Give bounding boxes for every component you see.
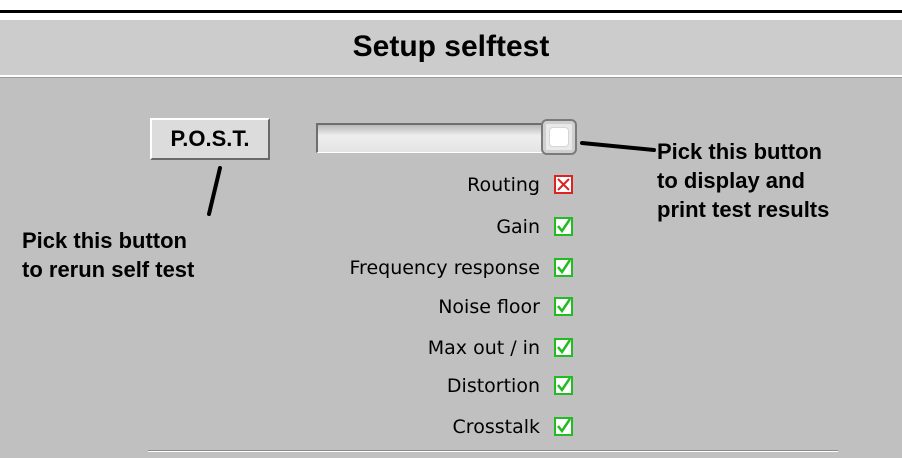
pointer-lines — [207, 141, 656, 216]
results-pointer-line — [580, 141, 656, 152]
rerun-pointer-line — [207, 166, 222, 216]
